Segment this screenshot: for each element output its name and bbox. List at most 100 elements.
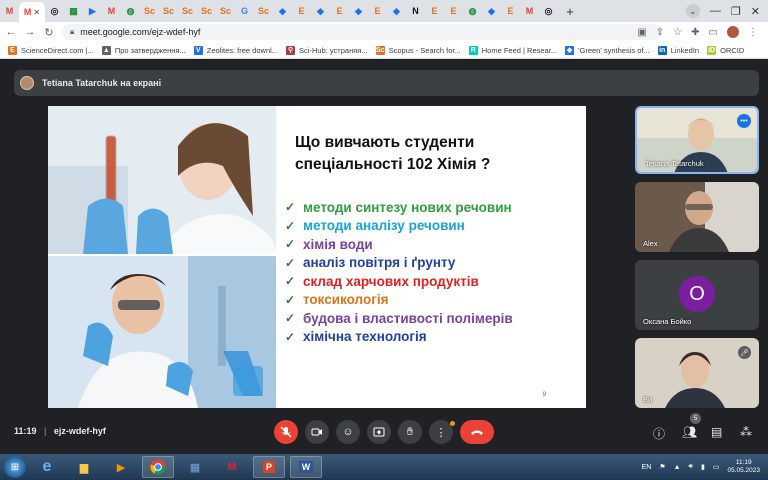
- browser-tab[interactable]: ▶: [83, 3, 102, 19]
- reactions-button[interactable]: ☺: [336, 420, 360, 444]
- word-icon[interactable]: W: [290, 456, 322, 478]
- network-icon[interactable]: ▮: [701, 463, 705, 471]
- browser-tab[interactable]: Sc: [254, 3, 273, 19]
- share-icon[interactable]: ⇪: [656, 27, 664, 38]
- back-icon[interactable]: ←: [3, 26, 19, 38]
- browser-tab[interactable]: ◆: [387, 3, 406, 19]
- bookmark-item[interactable]: in LinkedIn: [657, 45, 699, 55]
- menu-icon[interactable]: ⋮: [748, 27, 758, 38]
- browser-tab[interactable]: N: [406, 3, 425, 19]
- camera-icon[interactable]: ▣: [637, 27, 646, 38]
- present-button[interactable]: [367, 420, 391, 444]
- address-bar[interactable]: 🔒︎ meet.google.com/ejz-wdef-hyf: [62, 24, 662, 40]
- browser-tab[interactable]: ▦: [64, 3, 83, 19]
- lock-icon[interactable]: 🔒︎: [70, 27, 74, 37]
- browser-tab[interactable]: E: [330, 3, 349, 19]
- orcid-icon: iD: [707, 45, 717, 55]
- browser-tab[interactable]: E: [425, 3, 444, 19]
- browser-tab[interactable]: ◆: [482, 3, 501, 19]
- browser-tab[interactable]: M: [0, 3, 19, 19]
- leave-call-button[interactable]: [460, 420, 494, 444]
- bookmark-item[interactable]: V Zeolites: free downl...: [193, 45, 278, 55]
- mega-icon[interactable]: M: [216, 456, 248, 478]
- browser-tab[interactable]: ◆: [311, 3, 330, 19]
- close-tab-icon[interactable]: ✕: [33, 8, 40, 17]
- forward-icon[interactable]: →: [22, 26, 38, 38]
- participant-tile[interactable]: ••• Tetiana Tatarchuk: [635, 106, 759, 174]
- browser-tab[interactable]: ◆: [349, 3, 368, 19]
- start-button[interactable]: ⊞: [4, 456, 26, 478]
- globe-icon: ◍: [468, 5, 477, 16]
- save-disk-icon[interactable]: ▦: [179, 456, 211, 478]
- file-explorer-icon[interactable]: ▆: [68, 456, 100, 478]
- system-clock[interactable]: 11:19 05.05.2023: [727, 459, 760, 475]
- language-indicator[interactable]: EN: [642, 464, 652, 471]
- scopus-icon: Sc: [143, 6, 155, 16]
- bookmark-item[interactable]: ▲ Про затвердження...: [101, 45, 186, 55]
- browser-tab[interactable]: ◍: [121, 3, 140, 19]
- powerpoint-icon[interactable]: P: [253, 456, 285, 478]
- browser-tab[interactable]: G: [235, 3, 254, 19]
- internet-explorer-icon[interactable]: e: [31, 456, 63, 478]
- tab-search-icon[interactable]: ⌄: [685, 4, 700, 18]
- browser-tab[interactable]: E: [368, 3, 387, 19]
- participant-name: Alex: [643, 239, 658, 248]
- bookmark-item[interactable]: ⚲ Sci-Hub: устраняя...: [286, 45, 368, 55]
- bookmark-item[interactable]: R Home Feed | Resear...: [468, 45, 557, 55]
- chart-icon: ▦: [69, 5, 78, 16]
- meeting-details-button[interactable]: ⓘ: [653, 425, 665, 442]
- raise-hand-button[interactable]: ✋︎: [398, 420, 422, 444]
- bookmarks-bar: E ScienceDirect.com |... ▲ Про затвердження…: [0, 42, 768, 59]
- participant-tile-self[interactable]: 🎤︎ Ви: [635, 338, 759, 408]
- system-tray: EN ⚑ ▲ 🔊︎ ▮ ▭ 11:19 05.05.2023: [642, 454, 768, 480]
- browser-tab[interactable]: ◍: [463, 3, 482, 19]
- flag-icon[interactable]: ⚑: [659, 463, 665, 471]
- elsevier-icon: E: [336, 6, 343, 16]
- linkedin-icon: in: [657, 45, 667, 55]
- reload-icon[interactable]: ↻: [41, 26, 57, 39]
- mic-toggle-button[interactable]: [274, 420, 298, 444]
- media-player-icon[interactable]: ▶: [105, 456, 137, 478]
- bookmark-item[interactable]: iD ORCID: [707, 45, 744, 55]
- browser-tab[interactable]: Sc: [140, 3, 159, 19]
- browser-tab[interactable]: ◆: [273, 3, 292, 19]
- profile-avatar[interactable]: [727, 26, 739, 38]
- chat-button[interactable]: ▤: [711, 425, 722, 439]
- browser-tab[interactable]: M: [102, 3, 121, 19]
- people-button[interactable]: 👥︎: [682, 425, 697, 439]
- browser-tab[interactable]: Sc: [159, 3, 178, 19]
- emoji-icon: ☺: [342, 426, 354, 438]
- checkmark-icon: ✓: [285, 329, 296, 344]
- participant-tile[interactable]: О Оксана Бойко: [635, 260, 759, 330]
- bookmark-item[interactable]: E ScienceDirect.com |...: [8, 45, 94, 55]
- browser-tab[interactable]: Sc: [197, 3, 216, 19]
- camera-toggle-button[interactable]: [305, 420, 329, 444]
- browser-tab[interactable]: Sc: [178, 3, 197, 19]
- bookmark-star-icon[interactable]: ☆: [673, 27, 682, 38]
- browser-tab[interactable]: M: [520, 3, 539, 19]
- bookmark-label: Scopus - Search for...: [388, 45, 461, 55]
- participant-tile[interactable]: Alex: [635, 182, 759, 252]
- chrome-taskbar-icon[interactable]: [142, 456, 174, 478]
- bookmark-item[interactable]: ◆ 'Green' synthesis of...: [565, 45, 650, 55]
- new-tab-button[interactable]: +: [562, 3, 578, 19]
- extensions-icon[interactable]: ✚: [691, 27, 699, 38]
- mic-off-icon: 🎤︎: [738, 346, 751, 359]
- bookmark-item[interactable]: Sc Scopus - Search for...: [375, 45, 461, 55]
- browser-tab[interactable]: E: [292, 3, 311, 19]
- activities-button[interactable]: ⁂: [740, 425, 752, 439]
- close-window-button[interactable]: ✕: [751, 5, 760, 18]
- maximize-button[interactable]: ❐: [731, 5, 741, 18]
- browser-tab[interactable]: ◎: [539, 3, 558, 19]
- minimize-button[interactable]: —: [710, 5, 721, 17]
- battery-icon[interactable]: ▭: [713, 463, 720, 471]
- show-hidden-icons[interactable]: ▲: [674, 464, 681, 471]
- sidebar-icon[interactable]: ▭: [709, 27, 718, 38]
- volume-icon[interactable]: 🔊︎: [689, 463, 693, 471]
- browser-tab[interactable]: E: [444, 3, 463, 19]
- browser-tab[interactable]: E: [501, 3, 520, 19]
- elsevier-icon: E: [450, 6, 457, 16]
- browser-tab[interactable]: Sc: [216, 3, 235, 19]
- browser-tab[interactable]: ◎: [45, 3, 64, 19]
- browser-tab[interactable]: M ✕: [19, 2, 45, 22]
